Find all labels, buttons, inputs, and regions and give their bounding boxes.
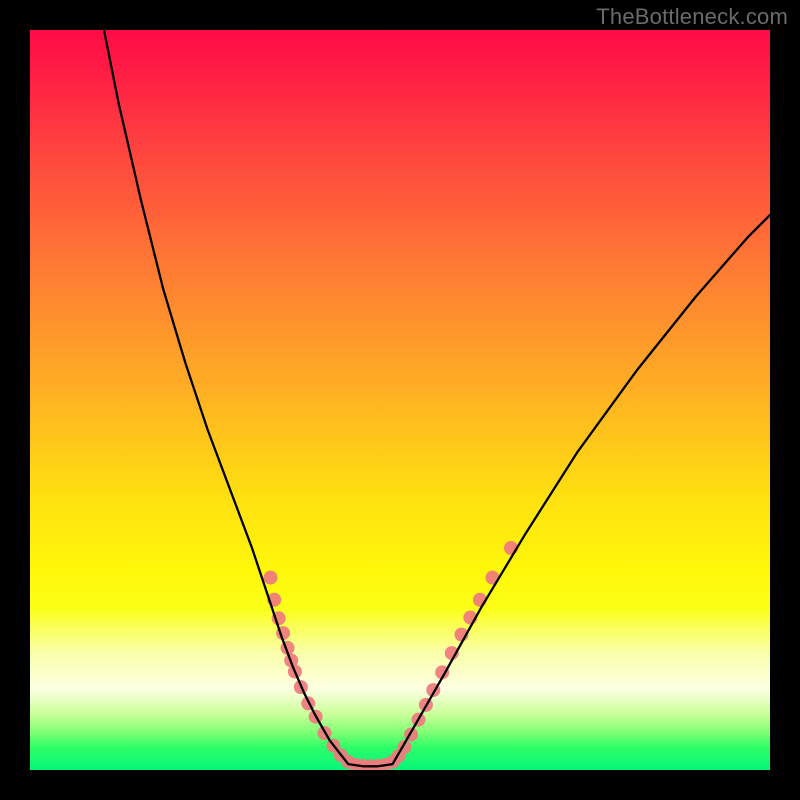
watermark-text: TheBottleneck.com [596,4,788,30]
plot-svg [30,30,770,770]
highlight-point [264,571,278,585]
highlight-points-layer [264,541,519,770]
chart-frame: TheBottleneck.com [0,0,800,800]
curve-layer [104,30,770,766]
plot-area [30,30,770,770]
bottleneck-curve [104,30,770,766]
